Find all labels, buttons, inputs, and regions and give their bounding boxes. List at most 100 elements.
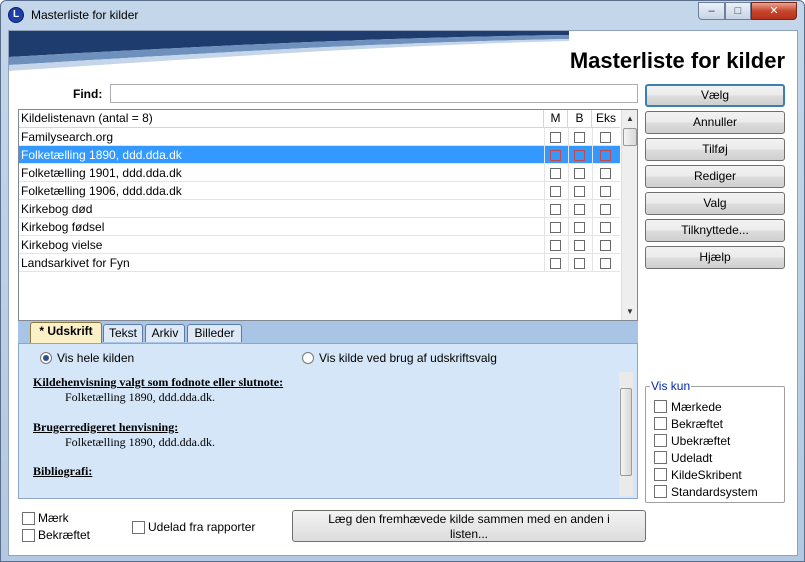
mark-checkbox[interactable] bbox=[22, 512, 35, 525]
row-checkbox-m[interactable] bbox=[550, 132, 561, 143]
row-checkbox-m[interactable] bbox=[550, 222, 561, 233]
table-row[interactable]: Folketælling 1906, ddd.dda.dk bbox=[19, 182, 620, 200]
confirmed-label[interactable]: Bekræftet bbox=[38, 528, 90, 542]
row-checkbox-b[interactable] bbox=[574, 168, 585, 179]
print-panel: Vis hele kilden Vis kilde ved brug af ud… bbox=[18, 343, 638, 499]
exclude-label[interactable]: Udelad fra rapporter bbox=[148, 520, 255, 534]
preview-scroll-thumb[interactable] bbox=[620, 388, 632, 476]
table-row[interactable]: Folketælling 1901, ddd.dda.dk bbox=[19, 164, 620, 182]
row-checkbox-eks[interactable] bbox=[600, 150, 611, 161]
edit-button[interactable]: Rediger bbox=[645, 165, 785, 188]
merge-line-1: Læg den fremhævede kilde sammen med en a… bbox=[328, 512, 610, 526]
column-separator bbox=[544, 128, 545, 146]
row-checkbox-eks[interactable] bbox=[600, 168, 611, 179]
column-header-m[interactable]: M bbox=[544, 110, 568, 128]
show-only-label[interactable]: Bekræftet bbox=[671, 417, 723, 431]
show-only-checkbox[interactable] bbox=[654, 485, 667, 498]
show-only-label[interactable]: Mærkede bbox=[671, 400, 722, 414]
scroll-down-icon[interactable]: ▼ bbox=[622, 303, 638, 320]
row-checkbox-b[interactable] bbox=[574, 240, 585, 251]
row-checkbox-b[interactable] bbox=[574, 150, 585, 161]
bibliography-heading: Bibliografi: bbox=[33, 464, 93, 478]
show-only-label[interactable]: KildeSkribent bbox=[671, 468, 742, 482]
row-checkbox-m[interactable] bbox=[550, 168, 561, 179]
tab-udskrift[interactable]: * Udskrift bbox=[30, 322, 102, 343]
row-checkbox-m[interactable] bbox=[550, 204, 561, 215]
show-only-checkbox[interactable] bbox=[654, 417, 667, 430]
row-checkbox-m[interactable] bbox=[550, 240, 561, 251]
radio-show-print[interactable] bbox=[302, 352, 314, 364]
row-checkbox-b[interactable] bbox=[574, 258, 585, 269]
table-row[interactable]: Folketælling 1890, ddd.dda.dk bbox=[19, 146, 620, 164]
table-row[interactable]: Kirkebog død bbox=[19, 200, 620, 218]
window-title: Masterliste for kilder bbox=[31, 8, 139, 22]
table-row[interactable]: Kirkebog fødsel bbox=[19, 218, 620, 236]
exclude-checkbox[interactable] bbox=[132, 521, 145, 534]
column-separator bbox=[592, 236, 593, 254]
select-button[interactable]: Vælg bbox=[645, 84, 785, 107]
row-checkbox-eks[interactable] bbox=[600, 132, 611, 143]
help-button[interactable]: Hjælp bbox=[645, 246, 785, 269]
source-name: Folketælling 1890, ddd.dda.dk bbox=[21, 148, 182, 162]
scroll-up-icon[interactable]: ▲ bbox=[622, 110, 638, 127]
show-only-checkbox[interactable] bbox=[654, 468, 667, 481]
row-checkbox-eks[interactable] bbox=[600, 222, 611, 233]
row-checkbox-eks[interactable] bbox=[600, 258, 611, 269]
source-name: Kirkebog fødsel bbox=[21, 220, 105, 234]
maximize-button[interactable]: □ bbox=[725, 2, 751, 20]
column-separator bbox=[592, 254, 593, 272]
tab-billeder[interactable]: Billeder bbox=[187, 324, 242, 342]
column-header-b[interactable]: B bbox=[568, 110, 592, 128]
confirmed-checkbox[interactable] bbox=[22, 529, 35, 542]
close-button[interactable]: ✕ bbox=[751, 2, 797, 20]
scroll-thumb[interactable] bbox=[623, 128, 637, 146]
source-name: Familysearch.org bbox=[21, 130, 114, 144]
row-checkbox-b[interactable] bbox=[574, 222, 585, 233]
row-checkbox-eks[interactable] bbox=[600, 240, 611, 251]
row-checkbox-b[interactable] bbox=[574, 204, 585, 215]
row-checkbox-b[interactable] bbox=[574, 186, 585, 197]
row-checkbox-m[interactable] bbox=[550, 258, 561, 269]
row-checkbox-eks[interactable] bbox=[600, 186, 611, 197]
source-name: Kirkebog død bbox=[21, 202, 93, 216]
show-only-label[interactable]: Ubekræftet bbox=[671, 434, 730, 448]
row-checkbox-eks[interactable] bbox=[600, 204, 611, 215]
show-only-checkbox[interactable] bbox=[654, 434, 667, 447]
linked-button[interactable]: Tilknyttede... bbox=[645, 219, 785, 242]
show-only-checkbox[interactable] bbox=[654, 400, 667, 413]
merge-source-button[interactable]: Læg den fremhævede kilde sammen med en a… bbox=[292, 510, 646, 542]
title-bar[interactable]: L Masterliste for kilder – □ ✕ bbox=[1, 1, 804, 29]
column-separator bbox=[592, 128, 593, 146]
app-window: L Masterliste for kilder – □ ✕ Masterlis… bbox=[0, 0, 805, 562]
preview-scrollbar[interactable] bbox=[619, 372, 633, 496]
table-row[interactable]: Landsarkivet for Fyn bbox=[19, 254, 620, 272]
source-name: Folketælling 1906, ddd.dda.dk bbox=[21, 184, 182, 198]
row-checkbox-m[interactable] bbox=[550, 186, 561, 197]
column-separator bbox=[592, 146, 593, 164]
radio-show-all[interactable] bbox=[40, 352, 52, 364]
show-only-label[interactable]: Udeladt bbox=[671, 451, 712, 465]
source-list[interactable]: Kildelistenavn (antal = 8) M B Eks Famil… bbox=[18, 109, 638, 321]
cancel-button[interactable]: Annuller bbox=[645, 111, 785, 134]
radio-show-all-label[interactable]: Vis hele kilden bbox=[57, 351, 134, 365]
bottom-bar: Mærk Bekræftet Udelad fra rapporter Læg … bbox=[18, 503, 646, 543]
radio-show-print-label[interactable]: Vis kilde ved brug af udskriftsvalg bbox=[319, 351, 497, 365]
mark-label[interactable]: Mærk bbox=[38, 511, 69, 525]
column-header-eks[interactable]: Eks bbox=[592, 110, 620, 128]
show-only-label[interactable]: Standardsystem bbox=[671, 485, 758, 499]
row-checkbox-m[interactable] bbox=[550, 150, 561, 161]
row-checkbox-b[interactable] bbox=[574, 132, 585, 143]
list-scrollbar[interactable]: ▲ ▼ bbox=[621, 110, 637, 320]
show-only-checkbox[interactable] bbox=[654, 451, 667, 464]
add-button[interactable]: Tilføj bbox=[645, 138, 785, 161]
tab-tekst[interactable]: Tekst bbox=[103, 324, 143, 342]
minimize-button[interactable]: – bbox=[698, 2, 725, 20]
options-button[interactable]: Valg bbox=[645, 192, 785, 215]
table-row[interactable]: Kirkebog vielse bbox=[19, 236, 620, 254]
column-separator bbox=[568, 182, 569, 200]
column-separator bbox=[544, 218, 545, 236]
find-input[interactable] bbox=[110, 84, 638, 103]
table-row[interactable]: Familysearch.org bbox=[19, 128, 620, 146]
tab-arkiv[interactable]: Arkiv bbox=[145, 324, 185, 342]
column-header-name[interactable]: Kildelistenavn (antal = 8) bbox=[19, 110, 544, 128]
